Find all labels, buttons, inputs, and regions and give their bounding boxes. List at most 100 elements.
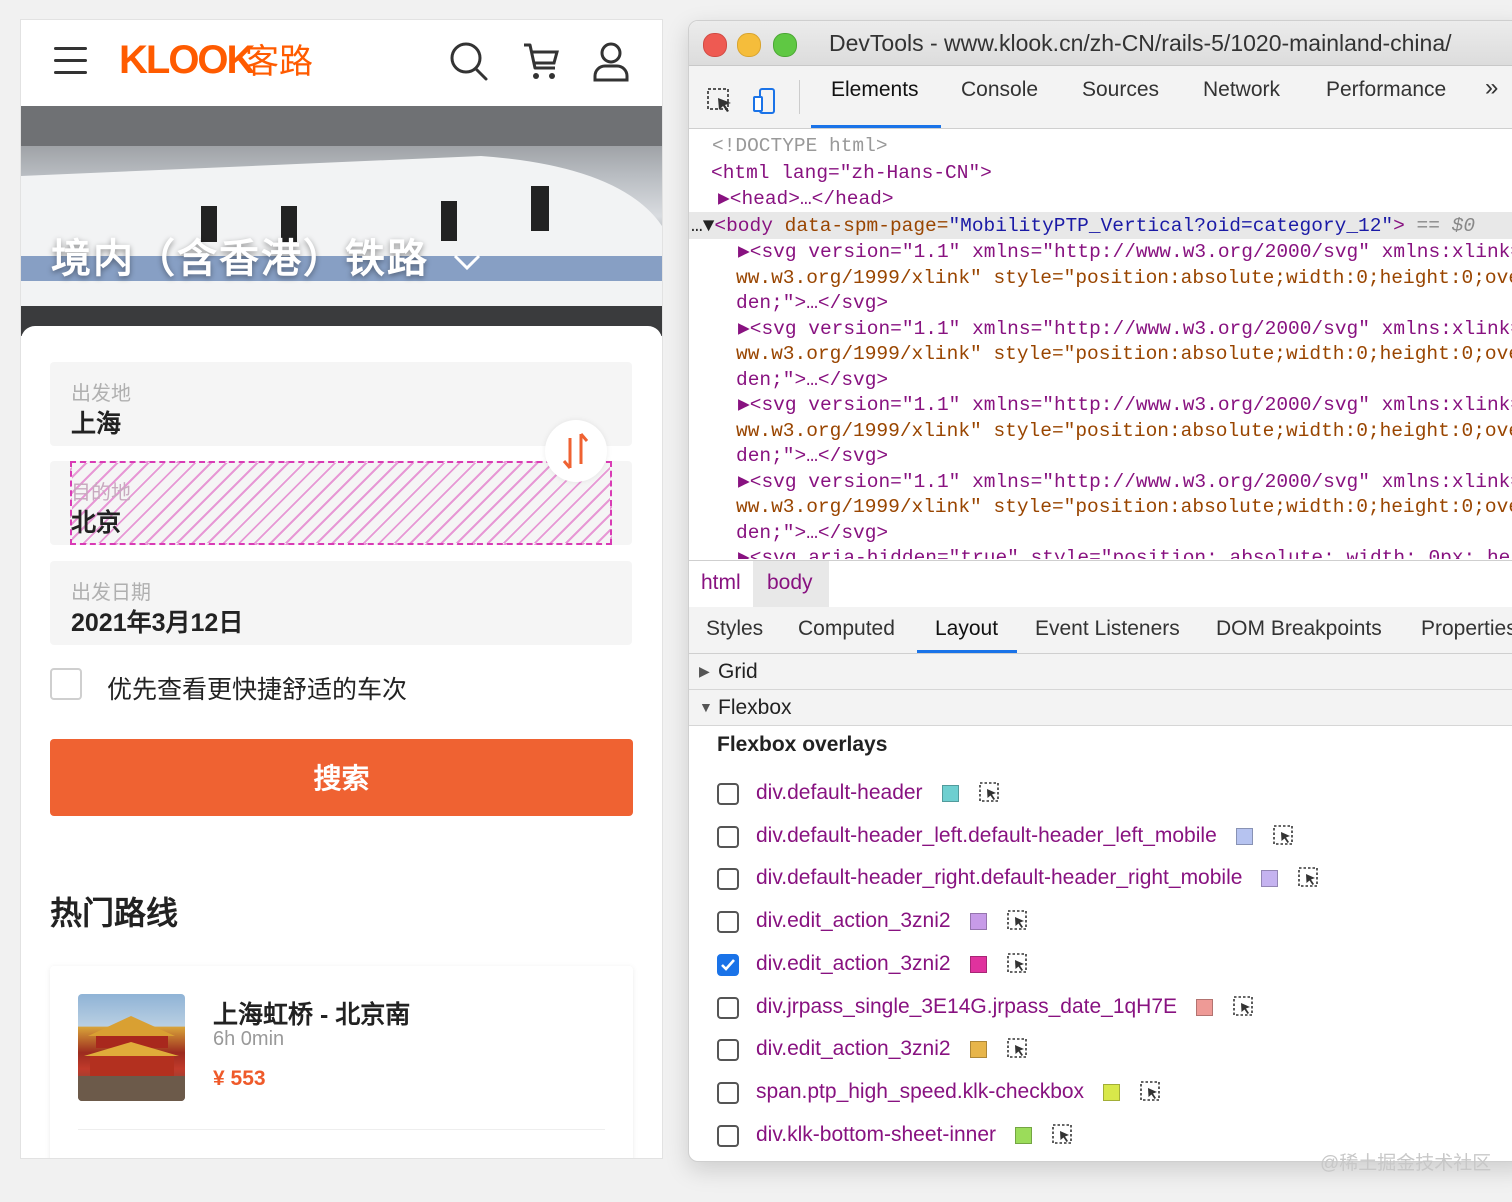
toolbar-divider <box>799 80 800 114</box>
active-subtab-indicator <box>917 650 1017 653</box>
code-svg-4-cont: ww.w3.org/1999/xlink" style="position:ab… <box>736 496 1512 518</box>
maximize-window-icon[interactable] <box>773 33 797 57</box>
overlay-checkbox[interactable] <box>717 996 739 1019</box>
code-svg-2-cont: ww.w3.org/1999/xlink" style="position:ab… <box>736 343 1512 365</box>
subtab-dom-breakpoints[interactable]: DOM Breakpoints <box>1216 617 1382 641</box>
destination-label: 目的地 <box>71 482 131 504</box>
overlay-element-name[interactable]: div.default-header <box>756 781 923 805</box>
grid-section-header[interactable]: ▶ Grid <box>689 654 1512 690</box>
flexbox-section-label: Flexbox <box>718 696 792 719</box>
overlay-element-name[interactable]: div.edit_action_3zni2 <box>756 1037 951 1061</box>
inspect-element-icon[interactable] <box>705 86 735 116</box>
fast-train-checkbox[interactable] <box>50 668 82 700</box>
hero-title-text: 境内（含香港）铁路 <box>51 237 429 281</box>
user-icon[interactable] <box>591 40 631 82</box>
overlay-element-name[interactable]: div.edit_action_3zni2 <box>756 909 951 933</box>
menu-icon[interactable] <box>54 47 87 75</box>
more-tabs-button[interactable]: » <box>1485 74 1498 102</box>
origin-value: 上海 <box>71 410 122 438</box>
code-head[interactable]: ▶<head>…</head> <box>718 187 894 213</box>
reveal-in-elements-icon[interactable] <box>1297 866 1321 890</box>
overlay-color-swatch[interactable] <box>941 785 959 802</box>
code-html-open[interactable]: <html lang="zh-Hans-CN"> <box>711 161 992 187</box>
tab-console[interactable]: Console <box>961 78 1038 102</box>
tab-network[interactable]: Network <box>1203 78 1280 102</box>
tab-sources[interactable]: Sources <box>1082 78 1159 102</box>
overlay-checkbox[interactable] <box>717 953 739 976</box>
code-body-prefix: …▼ <box>691 215 715 237</box>
subtab-computed[interactable]: Computed <box>798 617 895 641</box>
cart-icon[interactable] <box>521 40 561 82</box>
code-head-text: <head>…</head> <box>729 188 894 210</box>
reveal-in-elements-icon[interactable] <box>1139 1080 1163 1104</box>
overlay-checkbox[interactable] <box>717 868 739 891</box>
dom-tree[interactable]: <!DOCTYPE html> <html lang="zh-Hans-CN">… <box>689 129 1512 559</box>
overlay-element-name[interactable]: span.ptp_high_speed.klk-checkbox <box>756 1080 1084 1104</box>
klook-logo[interactable]: KLOOK <box>119 38 255 82</box>
reveal-in-elements-icon[interactable] <box>1272 824 1296 848</box>
overlay-checkbox[interactable] <box>717 1124 739 1147</box>
origin-label: 出发地 <box>71 383 131 405</box>
close-window-icon[interactable] <box>703 33 727 57</box>
code-svg-2[interactable]: ▶<svg version="1.1" xmlns="http://www.w3… <box>738 317 1512 343</box>
overlay-color-swatch[interactable] <box>1235 827 1253 845</box>
overlay-element-name[interactable]: div.default-header_left.default-header_l… <box>756 824 1217 848</box>
overlay-color-swatch[interactable] <box>969 1041 987 1059</box>
tab-performance[interactable]: Performance <box>1326 78 1446 102</box>
search-button[interactable]: 搜索 <box>50 739 633 816</box>
device-toolbar-icon[interactable] <box>751 86 781 116</box>
overlay-checkbox[interactable] <box>717 911 739 934</box>
swap-button[interactable] <box>545 420 607 482</box>
destination-value: 北京 <box>71 509 122 537</box>
reveal-in-elements-icon[interactable] <box>978 781 1002 805</box>
active-tab-indicator <box>811 125 941 128</box>
flexbox-section-header[interactable]: ▼ Flexbox <box>689 690 1512 726</box>
overlay-element-name[interactable]: div.jrpass_single_3E14G.jrpass_date_1qH7… <box>756 995 1177 1019</box>
date-label: 出发日期 <box>71 582 151 604</box>
breadcrumb-body[interactable]: body <box>767 571 813 595</box>
overlay-color-swatch[interactable] <box>1015 1126 1033 1144</box>
code-svg-1[interactable]: ▶<svg version="1.1" xmlns="http://www.w3… <box>738 240 1512 266</box>
overlay-color-swatch[interactable] <box>969 913 987 931</box>
search-icon[interactable] <box>449 40 489 82</box>
overlay-color-swatch[interactable] <box>1103 1083 1121 1101</box>
subtab-event-listeners[interactable]: Event Listeners <box>1035 617 1180 641</box>
subtab-properties[interactable]: Properties <box>1421 617 1512 641</box>
overlay-checkbox[interactable] <box>717 825 739 848</box>
fast-train-label: 优先查看更快捷舒适的车次 <box>107 676 408 704</box>
overlay-element-name[interactable]: div.klk-bottom-sheet-inner <box>756 1123 996 1147</box>
subtab-layout[interactable]: Layout <box>935 617 998 641</box>
overlay-element-name[interactable]: div.edit_action_3zni2 <box>756 952 951 976</box>
code-svg-2-end: den;">…</svg> <box>736 369 889 391</box>
overlay-color-swatch[interactable] <box>969 955 987 973</box>
subtab-styles[interactable]: Styles <box>706 617 763 641</box>
reveal-in-elements-icon[interactable] <box>1006 1037 1030 1061</box>
overlay-color-swatch[interactable] <box>1261 870 1279 888</box>
code-svg-4[interactable]: ▶<svg version="1.1" xmlns="http://www.w3… <box>738 470 1512 496</box>
klook-logo-cn[interactable]: 客路 <box>245 40 313 84</box>
reveal-in-elements-icon[interactable] <box>1006 952 1030 976</box>
overlay-color-swatch[interactable] <box>1196 998 1214 1016</box>
overlay-checkbox[interactable] <box>717 783 739 805</box>
reveal-in-elements-icon[interactable] <box>1232 995 1256 1019</box>
code-svg-3[interactable]: ▶<svg version="1.1" xmlns="http://www.w3… <box>738 393 1512 419</box>
code-svg-5[interactable]: ▶<svg aria-hidden="true" style="position… <box>738 546 1512 559</box>
overlay-checkbox[interactable] <box>717 1039 739 1062</box>
code-body-tag: <body <box>714 215 773 237</box>
code-body[interactable]: …▼<body data-spm-page="MobilityPTP_Verti… <box>691 214 1475 240</box>
reveal-in-elements-icon[interactable] <box>1051 1123 1075 1147</box>
minimize-window-icon[interactable] <box>737 33 761 57</box>
tab-elements[interactable]: Elements <box>831 78 919 102</box>
triangle-down-icon: ▼ <box>699 699 713 715</box>
route-card[interactable]: 上海虹桥 - 北京南 6h 0min ¥ 553 <box>50 966 633 1158</box>
hero-title[interactable]: 境内（含香港）铁路 <box>51 226 482 284</box>
window-titlebar[interactable]: DevTools - www.klook.cn/zh-CN/rails-5/10… <box>689 21 1512 66</box>
overlay-element-name[interactable]: div.default-header_right.default-header_… <box>756 866 1242 890</box>
reveal-in-elements-icon[interactable] <box>1006 909 1030 933</box>
code-doctype[interactable]: <!DOCTYPE html> <box>712 134 888 160</box>
breadcrumb-html[interactable]: html <box>701 571 741 595</box>
triangle-right-icon: ▶ <box>699 663 710 679</box>
date-field[interactable]: 出发日期 2021年3月12日 <box>50 561 632 645</box>
date-value: 2021年3月12日 <box>71 609 244 637</box>
overlay-checkbox[interactable] <box>717 1081 739 1104</box>
